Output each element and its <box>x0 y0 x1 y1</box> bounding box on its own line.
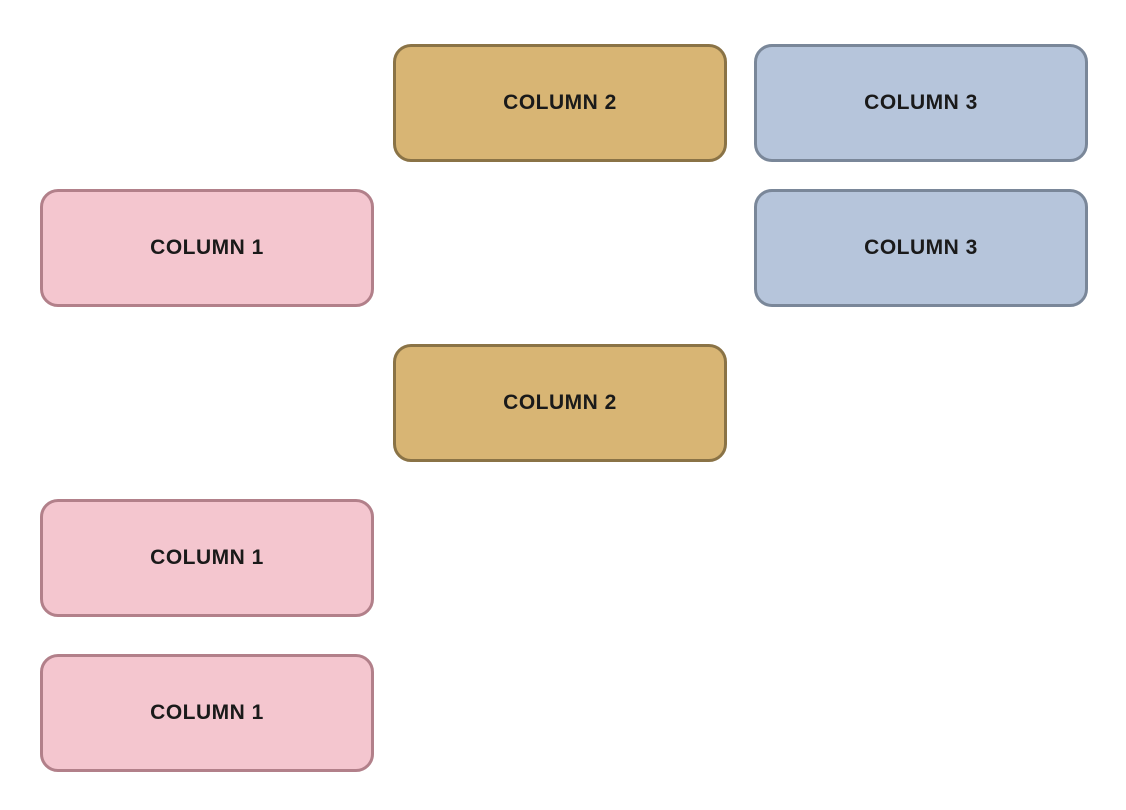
column-1-block: COLUMN 1 <box>40 499 374 617</box>
block-label: COLUMN 2 <box>503 91 617 115</box>
column-1-block: COLUMN 1 <box>40 189 374 307</box>
column-1-block: COLUMN 1 <box>40 654 374 772</box>
block-label: COLUMN 1 <box>150 701 264 725</box>
column-3-block: COLUMN 3 <box>754 44 1088 162</box>
block-label: COLUMN 1 <box>150 546 264 570</box>
block-label: COLUMN 1 <box>150 236 264 260</box>
column-3-block: COLUMN 3 <box>754 189 1088 307</box>
block-label: COLUMN 3 <box>864 236 978 260</box>
block-label: COLUMN 3 <box>864 91 978 115</box>
block-label: COLUMN 2 <box>503 391 617 415</box>
column-2-block: COLUMN 2 <box>393 344 727 462</box>
column-2-block: COLUMN 2 <box>393 44 727 162</box>
